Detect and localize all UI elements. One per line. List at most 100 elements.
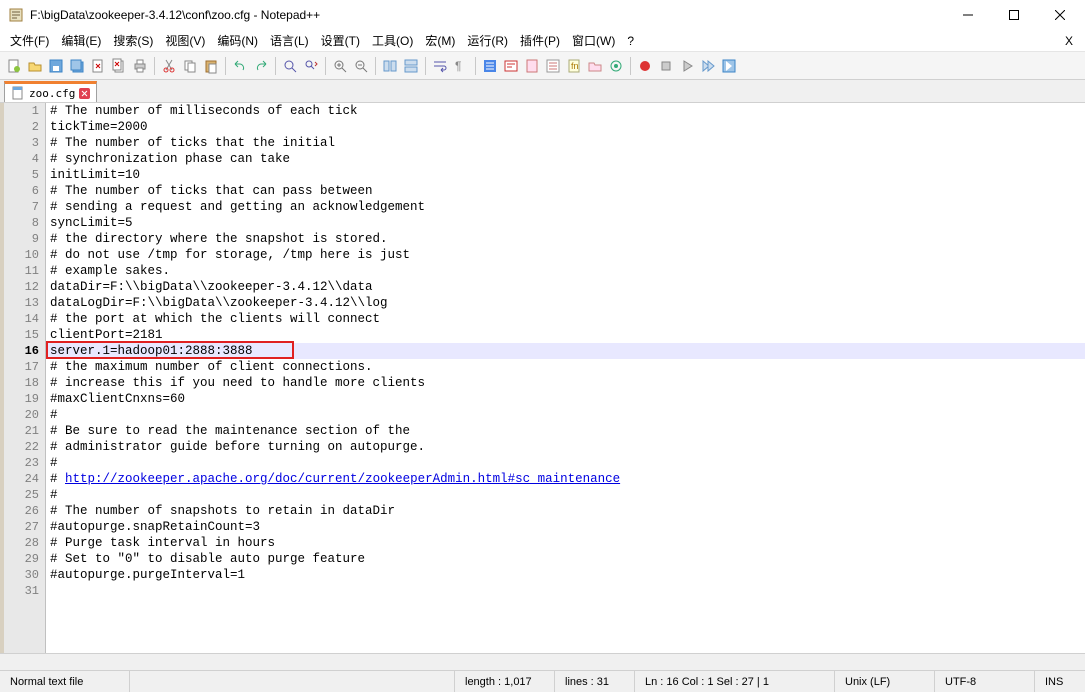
code-line[interactable]: # The number of milliseconds of each tic… [46,103,1085,119]
show-all-chars-icon[interactable]: ¶ [451,56,471,76]
code-line[interactable]: # synchronization phase can take [46,151,1085,167]
find-icon[interactable] [280,56,300,76]
code-line[interactable]: # [46,407,1085,423]
status-length: length : 1,017 [455,671,555,692]
code-line[interactable]: # the maximum number of client connectio… [46,359,1085,375]
line-number: 16 [4,343,45,359]
open-file-icon[interactable] [25,56,45,76]
code-line[interactable]: # The number of snapshots to retain in d… [46,503,1085,519]
code-line[interactable]: # http://zookeeper.apache.org/doc/curren… [46,471,1085,487]
code-line[interactable]: dataLogDir=F:\\bigData\\zookeeper-3.4.12… [46,295,1085,311]
menu-item[interactable]: ? [621,31,640,51]
code-line[interactable] [46,583,1085,599]
replace-icon[interactable] [301,56,321,76]
menu-item[interactable]: 工具(O) [366,31,419,51]
menu-item[interactable]: 编码(N) [211,31,264,51]
code-line[interactable]: # sending a request and getting an ackno… [46,199,1085,215]
cut-icon[interactable] [159,56,179,76]
sync-h-icon[interactable] [401,56,421,76]
code-line[interactable]: # Set to "0" to disable auto purge featu… [46,551,1085,567]
horizontal-scrollbar[interactable] [0,653,1085,670]
code-line[interactable]: dataDir=F:\\bigData\\zookeeper-3.4.12\\d… [46,279,1085,295]
undo-icon[interactable] [230,56,250,76]
editor-area[interactable]: 1234567891011121314151617181920212223242… [0,103,1085,653]
code-line[interactable]: # Be sure to read the maintenance sectio… [46,423,1085,439]
func-list-icon[interactable]: fn [564,56,584,76]
menu-item[interactable]: 搜索(S) [107,31,159,51]
line-number: 5 [4,167,45,183]
code-line[interactable]: # increase this if you need to handle mo… [46,375,1085,391]
code-line[interactable]: #maxClientCnxns=60 [46,391,1085,407]
svg-text:fn: fn [571,61,579,71]
minimize-button[interactable] [945,0,991,30]
tab-close-icon[interactable] [79,88,90,99]
code-line[interactable]: server.1=hadoop01:2888:3888 [46,343,1085,359]
close-file-icon[interactable] [88,56,108,76]
status-spacer [130,671,455,692]
line-number-gutter: 1234567891011121314151617181920212223242… [4,103,46,653]
code-line[interactable]: clientPort=2181 [46,327,1085,343]
code-line[interactable]: # Purge task interval in hours [46,535,1085,551]
play-icon[interactable] [677,56,697,76]
menu-close-x[interactable]: X [1057,34,1081,48]
new-file-icon[interactable] [4,56,24,76]
code-line[interactable]: # the directory where the snapshot is st… [46,231,1085,247]
record-icon[interactable] [635,56,655,76]
menu-item[interactable]: 运行(R) [461,31,514,51]
code-line[interactable]: # example sakes. [46,263,1085,279]
user-lang-icon[interactable] [501,56,521,76]
menu-item[interactable]: 视图(V) [159,31,211,51]
menu-item[interactable]: 宏(M) [419,31,461,51]
line-number: 28 [4,535,45,551]
maximize-button[interactable] [991,0,1037,30]
sync-v-icon[interactable] [380,56,400,76]
code-line[interactable]: # administrator guide before turning on … [46,439,1085,455]
code-line[interactable]: # [46,487,1085,503]
stop-icon[interactable] [656,56,676,76]
menu-item[interactable]: 插件(P) [514,31,566,51]
print-icon[interactable] [130,56,150,76]
folder-workspace-icon[interactable] [585,56,605,76]
code-line[interactable]: # [46,455,1085,471]
close-button[interactable] [1037,0,1083,30]
wordwrap-icon[interactable] [430,56,450,76]
text-content[interactable]: # The number of milliseconds of each tic… [46,103,1085,653]
redo-icon[interactable] [251,56,271,76]
toolbar: ¶ fn [0,52,1085,80]
doc-map-icon[interactable] [522,56,542,76]
line-number: 6 [4,183,45,199]
menu-item[interactable]: 设置(T) [315,31,366,51]
doc-list-icon[interactable] [543,56,563,76]
code-line[interactable]: # The number of ticks that the initial [46,135,1085,151]
close-all-icon[interactable] [109,56,129,76]
window-title: F:\bigData\zookeeper-3.4.12\conf\zoo.cfg… [30,8,945,22]
tab-label: zoo.cfg [29,87,75,100]
menu-item[interactable]: 语言(L) [264,31,315,51]
code-line[interactable]: tickTime=2000 [46,119,1085,135]
code-line[interactable]: #autopurge.snapRetainCount=3 [46,519,1085,535]
line-number: 22 [4,439,45,455]
indent-guide-icon[interactable] [480,56,500,76]
save-all-icon[interactable] [67,56,87,76]
line-number: 29 [4,551,45,567]
save-macro-icon[interactable] [719,56,739,76]
file-tab[interactable]: zoo.cfg [4,81,97,102]
code-line[interactable]: # The number of ticks that can pass betw… [46,183,1085,199]
menu-item[interactable]: 编辑(E) [55,31,107,51]
code-line[interactable]: initLimit=10 [46,167,1085,183]
zoom-out-icon[interactable] [351,56,371,76]
code-line[interactable]: syncLimit=5 [46,215,1085,231]
play-multi-icon[interactable] [698,56,718,76]
zoom-in-icon[interactable] [330,56,350,76]
paste-icon[interactable] [201,56,221,76]
code-line[interactable]: # do not use /tmp for storage, /tmp here… [46,247,1085,263]
hyperlink[interactable]: http://zookeeper.apache.org/doc/current/… [65,472,620,486]
line-number: 23 [4,455,45,471]
monitor-icon[interactable] [606,56,626,76]
code-line[interactable]: # the port at which the clients will con… [46,311,1085,327]
copy-icon[interactable] [180,56,200,76]
menu-item[interactable]: 窗口(W) [566,31,621,51]
menu-item[interactable]: 文件(F) [4,31,55,51]
code-line[interactable]: #autopurge.purgeInterval=1 [46,567,1085,583]
save-icon[interactable] [46,56,66,76]
